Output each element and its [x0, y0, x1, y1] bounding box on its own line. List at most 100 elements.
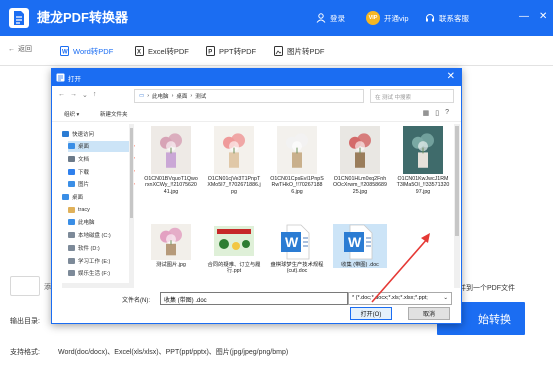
support-label: 联系客服 — [439, 13, 469, 23]
file-item[interactable]: O1CN01KwJwcJ1RMT3lMa5OI_!!3357132097.jpg — [396, 126, 450, 195]
image-thumbnail-icon — [340, 126, 380, 174]
svg-text:W: W — [348, 234, 362, 250]
filter-value: * (*.doc;*.docx;*.xls;*.xlsx;*.ppt; — [352, 295, 428, 301]
file-list-scrollbar[interactable] — [454, 124, 460, 288]
sidebar-item-label: 娱乐生活 (F:) — [78, 271, 111, 278]
recent-dropdown-icon[interactable]: ⌄ — [82, 91, 88, 99]
file-item[interactable]: O1CN01cjVe3T1PnpTXMo5I7_!!702671886.jpg — [207, 126, 261, 195]
organize-button[interactable]: 组织 ▾ — [64, 110, 79, 118]
app-close-button[interactable]: ✕ — [539, 11, 547, 22]
sidebar-item-label: 文档 — [78, 156, 90, 163]
file-name: O1CN01KwJwcJ1RMT3lMa5OI_!!3357132097.jpg — [396, 176, 450, 195]
breadcrumb-sep: › — [171, 93, 174, 99]
file-name: O1CN01HLm0xq2FnhOOcXrwm_!!2085868925.jpg — [333, 176, 387, 195]
svg-text:P: P — [208, 50, 212, 56]
sidebar-item[interactable]: 文档📌 — [68, 153, 135, 164]
nav-buttons: ← → ⌄ ↑ — [58, 91, 96, 99]
support-button[interactable]: 联系客服 — [425, 11, 469, 25]
sidebar-item[interactable]: tracy — [68, 204, 134, 215]
back-nav-icon[interactable]: ← — [58, 91, 65, 99]
svg-text:W: W — [62, 50, 68, 56]
sidebar-item[interactable]: 桌面📌 — [68, 140, 135, 152]
doc-folder-icon — [68, 155, 75, 162]
address-bar[interactable]: ▭ › 此电脑 › 桌面 › 测试 — [134, 89, 364, 103]
app-title: 捷龙PDF转换器 — [37, 10, 129, 25]
file-item[interactable]: O1CN01BVquoT1QworxnXCWy_!!2107562041.jpg — [144, 126, 198, 195]
sidebar-item-label: tracy — [78, 206, 90, 213]
scroll-thumb[interactable] — [455, 126, 459, 236]
login-label: 登录 — [330, 13, 345, 23]
star-icon — [62, 130, 69, 137]
file-list: O1CN01BVquoT1QworxnXCWy_!!2107562041.jpg… — [136, 124, 452, 288]
tab-ppt-to-pdf[interactable]: P PPT转PDF — [206, 44, 256, 58]
back-button[interactable]: ← 返回 — [8, 44, 32, 54]
file-item[interactable]: W 收集 (带图) .doc — [333, 224, 387, 269]
sidebar-item[interactable]: 图片📌 — [68, 179, 135, 190]
tab-word-to-pdf[interactable]: W Word转PDF — [60, 44, 113, 58]
open-button[interactable]: 打开(O) — [350, 307, 392, 320]
add-file-label: 添 — [44, 284, 51, 291]
vip-button[interactable]: VIP 开通vip — [366, 11, 409, 25]
tab-image-to-pdf[interactable]: 图片转PDF — [274, 44, 325, 58]
back-label: 返回 — [18, 46, 32, 53]
file-item[interactable]: O1CN01HLm0xq2FnhOOcXrwm_!!2085868925.jpg — [333, 126, 387, 195]
breadcrumb-item[interactable]: 测试 — [195, 92, 206, 100]
file-name: O1CN01CpsEvI1PnpSRwTHkO_!!702671886.jpg — [270, 176, 324, 195]
file-item[interactable]: 合同的疑难、订立与履行.ppt — [207, 224, 261, 275]
sidebar-item[interactable]: 下载📌 — [68, 166, 135, 177]
image-thumbnail-icon — [277, 126, 317, 174]
sidebar-item-label: 下载 — [78, 169, 90, 176]
sidebar-scrollbar[interactable] — [129, 124, 134, 283]
image-thumbnail-icon — [151, 224, 191, 260]
sidebar-hscrollbar[interactable] — [62, 283, 134, 288]
vip-label: 开通vip — [384, 13, 409, 23]
pc-icon: ▭ — [139, 93, 145, 99]
view-mode-icon[interactable]: ▦ — [423, 109, 430, 117]
picture-folder-icon — [68, 181, 75, 188]
sidebar-item-label: 图片 — [78, 182, 90, 189]
view-controls: ▦ ▯ ? — [423, 109, 449, 117]
tab-label: PPT转PDF — [219, 46, 257, 56]
up-nav-icon[interactable]: ↑ — [93, 91, 97, 99]
file-item[interactable]: O1CN01CpsEvI1PnpSRwTHkO_!!702671886.jpg — [270, 126, 324, 195]
add-file-button[interactable]: 添 — [10, 276, 51, 296]
image-thumbnail-icon — [151, 126, 191, 174]
dialog-close-button[interactable]: ✕ — [447, 71, 455, 82]
sidebar-item-label: 桌面 — [72, 195, 84, 201]
filename-input[interactable]: 收集 (带图) .doc — [160, 292, 348, 305]
open-file-dialog: 打开 ✕ ← → ⌄ ↑ ▭ › 此电脑 › 桌面 › 测试 在 测试 中搜索 … — [51, 68, 462, 324]
excel-icon: X — [135, 46, 144, 56]
forward-nav-icon[interactable]: → — [70, 91, 77, 99]
dialog-titlebar: 打开 ✕ — [52, 69, 461, 86]
sidebar-item[interactable]: 快速访问 — [62, 128, 134, 139]
merge-option-label[interactable]: 并到一个PDF文件 — [459, 283, 515, 293]
cancel-button[interactable]: 取消 — [408, 307, 450, 320]
sidebar-item-label: 快速访问 — [72, 131, 95, 138]
help-icon[interactable]: ? — [445, 109, 449, 117]
sidebar-item[interactable]: 此电脑 — [68, 217, 134, 228]
sidebar-item[interactable]: 娱乐生活 (F:) — [68, 268, 134, 279]
svg-text:W: W — [285, 234, 299, 250]
navigation-pane: 快速访问桌面📌文档📌 下载📌 图片📌 桌面 tracy 此电脑本地磁盘 (C:) 软件 (D… — [62, 124, 135, 283]
file-type-filter[interactable]: * (*.doc;*.docx;*.xls;*.xlsx;*.ppt; ⌄ — [348, 292, 452, 305]
sidebar-item[interactable]: 学习工作 (E:) — [68, 255, 134, 266]
preview-pane-icon[interactable]: ▯ — [435, 109, 439, 117]
drive-icon — [68, 270, 75, 277]
sidebar-item[interactable]: 桌面 — [62, 192, 134, 203]
address-row: ← → ⌄ ↑ ▭ › 此电脑 › 桌面 › 测试 在 测试 中搜索 — [52, 86, 461, 106]
folder-search-input[interactable]: 在 测试 中搜索 — [370, 89, 454, 103]
breadcrumb-item[interactable]: 此电脑 — [152, 92, 169, 100]
file-name: 收集 (带图) .doc — [341, 262, 379, 268]
sidebar-item[interactable]: 软件 (D:) — [68, 242, 134, 253]
login-button[interactable]: 登录 — [316, 11, 345, 25]
scroll-thumb[interactable] — [130, 128, 133, 218]
file-name: 盘棋球梦生产技术规程(cut).doc — [270, 262, 324, 275]
sidebar-item[interactable]: 本地磁盘 (C:) — [68, 230, 134, 241]
tab-excel-to-pdf[interactable]: X Excel转PDF — [135, 44, 189, 58]
minimize-button[interactable]: — — [519, 11, 529, 22]
new-folder-button[interactable]: 新建文件夹 — [100, 110, 128, 118]
file-item[interactable]: W 盘棋球梦生产技术规程(cut).doc — [270, 224, 324, 275]
breadcrumb-item[interactable]: 桌面 — [176, 92, 187, 100]
file-name: 测试图片.jpg — [156, 262, 186, 268]
file-item[interactable]: 测试图片.jpg — [144, 224, 198, 268]
